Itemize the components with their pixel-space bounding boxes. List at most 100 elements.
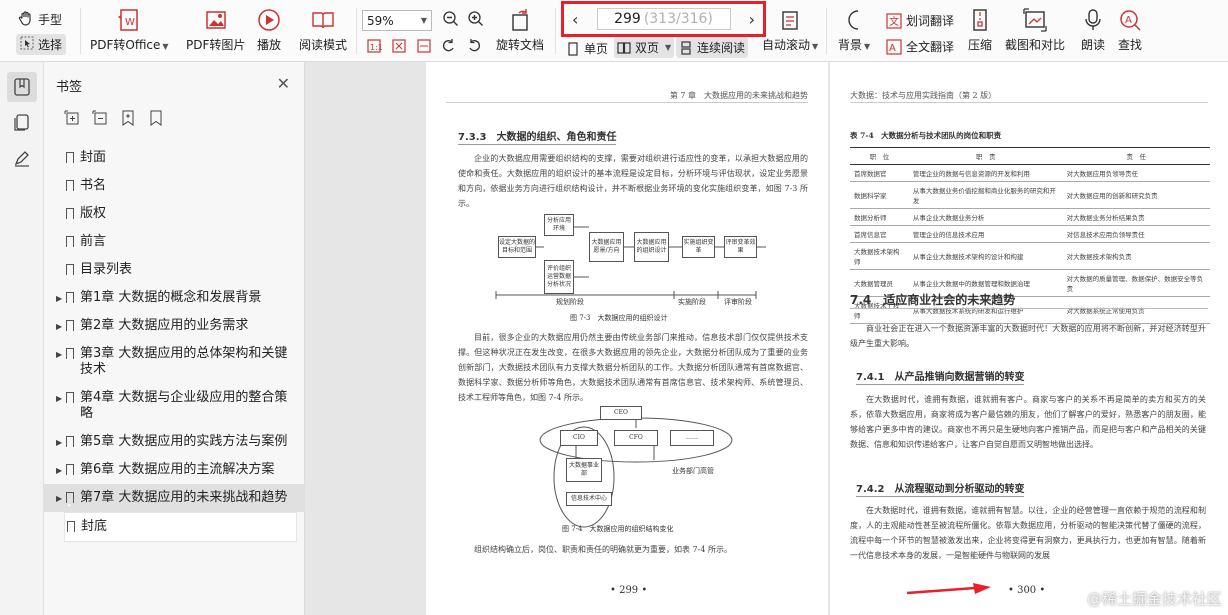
bookmark-label: 目录列表 [80,262,133,277]
bookmark-item[interactable]: ▶ 第3章 大数据应用的总体架构和关键技术 [44,340,305,384]
auto-scroll-button[interactable]: 自动滚动 ▼ [762,0,818,53]
svg-text:1:1: 1:1 [370,43,382,52]
close-icon[interactable]: ✕ [277,74,290,93]
find-button[interactable]: A 查找 [1117,0,1143,53]
bookmark-item[interactable]: 前言 [44,228,305,256]
bookmark-item[interactable]: 封底 [64,512,297,542]
table-row: 首席数据官 管理企业的数据与信息资源的开发和利用 对大数据应用负领导责任 [850,164,1210,182]
find-label: 查找 [1117,38,1142,52]
table-cell: 对大数据的质量管理、数据保护、数据安全等负责 [1062,269,1210,297]
bookmark-item[interactable]: ▶ 第7章 大数据应用的未来挑战和趋势 [44,484,305,512]
bookmark-item[interactable]: ▶ 第2章 大数据应用的业务需求 [44,312,305,340]
actual-size-button[interactable]: 1:1 [366,38,382,54]
play-button[interactable]: 播放 [256,0,282,53]
word-translate-button[interactable]: 文 划词翻译 [886,12,954,29]
background-button[interactable]: 背景 ▼ [838,0,870,53]
fit-width-button[interactable] [416,38,432,54]
bookmark-item[interactable]: 目录列表 [44,256,305,284]
fit-page-button[interactable] [391,38,407,54]
bookmark-label: 第6章 大数据应用的主流解决方案 [80,462,275,477]
table-cell: 大数据技术架构师 [850,242,909,270]
figure-caption: 图 7-3 大数据应用的组织设计 [570,314,668,322]
rotate-right-button[interactable] [466,38,482,54]
continuous-reading-button[interactable]: 连续阅读 [676,37,749,58]
thumbnail-panel-button[interactable] [7,108,37,138]
table-cell: 管理企业的数据与信息资源的开发和利用 [908,164,1063,182]
bookmark-label: 第5章 大数据应用的实践方法与案例 [80,434,288,449]
table-row: 大数据技术架构师 从事企业大数据技术架构的设计和构建 对大数据技术架构负责 [850,242,1210,270]
bookmark-icon [66,180,74,194]
table-cell: 数据分析师 [850,208,909,226]
bookmark-icon [66,264,74,278]
section-heading: 7.4.2 从流程驱动到分析驱动的转变 [856,480,1025,497]
table-caption: 表 7-4 大数据分析与技术团队的岗位和职责 [850,131,1002,140]
expand-arrow-icon[interactable]: ▶ [56,291,62,307]
bookmark-panel-button[interactable] [7,72,37,102]
expand-all-icon[interactable] [64,110,80,126]
expand-arrow-icon[interactable]: ▶ [56,435,62,451]
bookmark-icon [66,152,74,166]
collapse-all-icon[interactable] [92,110,108,126]
table-header: 职 责 [908,147,1063,165]
zoom-select[interactable]: 59% ▼ [362,10,432,31]
prev-page-button[interactable]: ‹ [572,10,578,29]
expand-arrow-icon[interactable]: ▶ [56,463,62,479]
rotate-left-button[interactable] [441,38,457,54]
select-tool-button[interactable]: 选择 [16,34,67,55]
bookmark-item[interactable]: 版权 [44,200,305,228]
hand-tool-button[interactable]: 手型 [18,10,62,29]
page-number-input[interactable]: 299 (313/316) [596,8,731,30]
bookmark-item[interactable]: 封面 [44,144,305,172]
zoom-in-button[interactable] [467,10,485,28]
bookmark-item[interactable]: ▶ 第1章 大数据的概念和发展背景 [44,284,305,312]
bookmark-label: 第1章 大数据的概念和发展背景 [80,290,262,305]
hand-tool-label: 手型 [38,13,63,27]
pdf-to-office-icon: W [116,6,142,34]
add-bookmark-icon[interactable] [120,110,136,126]
expand-arrow-icon[interactable]: ▶ [56,319,62,335]
read-aloud-button[interactable]: 朗读 [1080,0,1106,53]
expand-arrow-icon[interactable]: ▶ [56,347,62,363]
page-right: 大数据：技术与应用实践指南（第 2 版） 表 7-4 大数据分析与技术团队的岗位… [830,62,1228,615]
table-cell: 对大数据系统正常使用负责 [1062,296,1210,324]
svg-text:W: W [125,17,135,28]
page-thumbnail-icon [14,114,29,131]
org-box: 信息技术中心 [566,492,612,506]
full-translate-button[interactable]: A 全文翻译 [886,38,954,55]
compress-button[interactable]: 压缩 [967,0,993,53]
annotation-panel-button[interactable] [7,144,37,174]
select-tool-label: 选择 [38,38,63,52]
watermark: @稀土掘金技术社区 [1086,590,1222,608]
bookmark-item[interactable]: ▶ 第5章 大数据应用的实践方法与案例 [44,428,305,456]
bookmark-icon [66,208,74,222]
bookmark-item[interactable]: ▶ 第6章 大数据应用的主流解决方案 [44,456,305,484]
screenshot-compare-button[interactable]: 截图和对比 [1005,0,1065,53]
pdf-to-image-button[interactable]: PDF转图片 [186,0,245,53]
double-page-button[interactable]: 双页 ▼ [614,37,675,58]
expand-arrow-icon[interactable]: ▶ [56,491,62,507]
bookmark-label: 版权 [80,206,107,221]
bookmark-item[interactable]: ▶ 第4章 大数据与企业级应用的整合策略 [44,384,305,428]
document-viewport[interactable]: 第 7 章 大数据应用的未来挑战和趋势 7.3.3 大数据的组织、角色和责任 企… [305,62,1228,615]
pdf-to-office-button[interactable]: W PDF转Office ▼ [90,0,169,53]
svg-text:文: 文 [889,15,899,28]
reading-mode-button[interactable]: 阅读模式 [299,0,347,53]
paragraph: 企业的大数据应用需要组织结构的支撑，需要对组织进行适应性的变革，以承担大数据应用… [458,154,808,208]
expand-arrow-icon[interactable]: ▶ [56,391,62,407]
rotate-document-button[interactable]: 旋转文档 [496,0,544,53]
panel-title: 书签 [56,80,83,95]
svg-text:A: A [889,43,896,54]
zoom-out-button[interactable] [442,10,460,28]
pdf-to-office-label: PDF转Office [90,38,161,52]
next-page-button[interactable]: › [749,10,755,29]
running-header: 大数据：技术与应用实践指南（第 2 版） [850,91,997,100]
section-heading: 7.4.1 从产品推销向数据营销的转变 [856,368,1025,385]
bookmark-item[interactable]: 书名 [44,172,305,200]
org-box: 大数据事业部 [566,458,602,482]
single-page-button[interactable]: 单页 [566,40,608,57]
microphone-icon [1080,6,1106,34]
bookmark-label: 第3章 大数据应用的总体架构和关键技术 [80,346,288,377]
side-rail [0,62,44,615]
bookmark-label: 第7章 大数据应用的未来挑战和趋势 [80,490,288,505]
remove-bookmark-icon[interactable] [148,110,164,126]
